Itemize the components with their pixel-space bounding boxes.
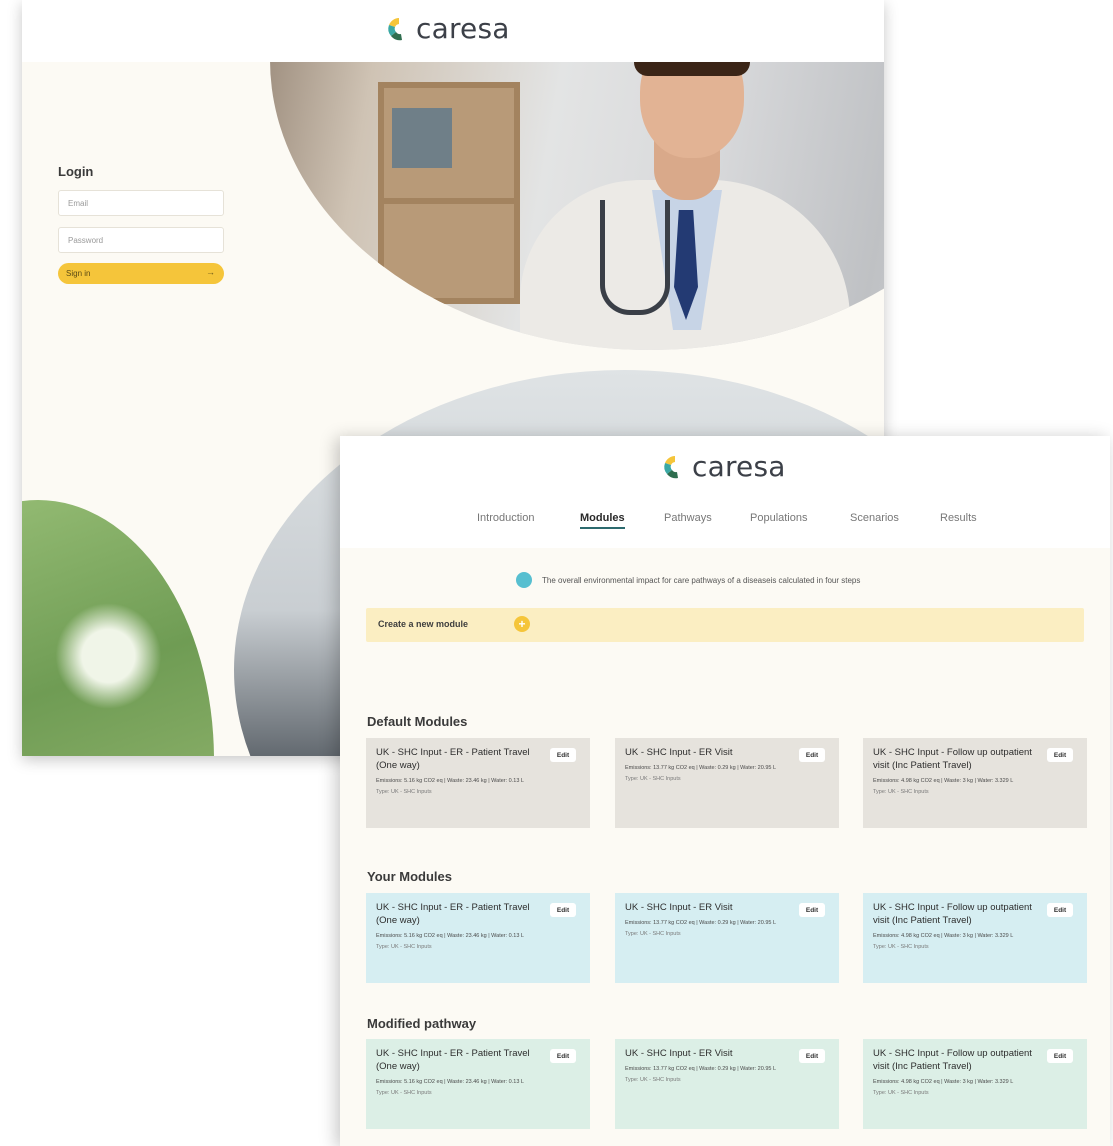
module-title: UK - SHC Input - ER - Patient Travel (On… xyxy=(376,747,530,771)
create-module-bar[interactable]: Create a new module + xyxy=(366,608,1084,642)
create-module-button[interactable]: Create a new module xyxy=(378,619,468,629)
module-stats: Emissions: 13.77 kg CO2 eq | Waste: 0.29… xyxy=(625,920,777,926)
tab-modules[interactable]: Modules xyxy=(580,512,625,529)
arrow-right-icon: → xyxy=(206,267,215,277)
module-card[interactable]: UK - SHC Input - ER Visit Edit Emissions… xyxy=(615,1039,839,1129)
tab-pathways[interactable]: Pathways xyxy=(664,512,712,524)
module-stats: Emissions: 13.77 kg CO2 eq | Waste: 0.29… xyxy=(625,1066,777,1072)
module-title: UK - SHC Input - Follow up outpatient vi… xyxy=(873,747,1032,771)
module-stats: Emissions: 5.16 kg CO2 eq | Waste: 23.46… xyxy=(376,933,524,939)
module-card[interactable]: UK - SHC Input - ER - Patient Travel (On… xyxy=(366,893,590,983)
edit-button[interactable]: Edit xyxy=(799,748,825,762)
module-title: UK - SHC Input - ER Visit xyxy=(625,902,733,913)
module-type: Type: UK - SHC Inputs xyxy=(376,789,432,795)
edit-button[interactable]: Edit xyxy=(799,1049,825,1063)
edit-button[interactable]: Edit xyxy=(1047,748,1073,762)
module-type: Type: UK - SHC Inputs xyxy=(625,776,681,782)
tab-scenarios[interactable]: Scenarios xyxy=(850,512,899,524)
sign-in-button[interactable]: Sign in → xyxy=(58,263,224,284)
module-type: Type: UK - SHC Inputs xyxy=(376,944,432,950)
module-stats: Emissions: 5.16 kg CO2 eq | Waste: 23.46… xyxy=(376,778,524,784)
module-card[interactable]: UK - SHC Input - ER Visit Edit Emissions… xyxy=(615,893,839,983)
module-type: Type: UK - SHC Inputs xyxy=(625,1077,681,1083)
edit-button[interactable]: Edit xyxy=(550,748,576,762)
login-header: caresa xyxy=(22,0,884,62)
edit-button[interactable]: Edit xyxy=(550,1049,576,1063)
module-title: UK - SHC Input - ER - Patient Travel (On… xyxy=(376,902,530,926)
hero-greenery-image xyxy=(22,500,214,756)
module-type: Type: UK - SHC Inputs xyxy=(376,1090,432,1096)
module-title: UK - SHC Input - Follow up outpatient vi… xyxy=(873,902,1032,926)
section-title-modified-pathway: Modified pathway xyxy=(367,1016,477,1031)
module-stats: Emissions: 4.98 kg CO2 eq | Waste: 3 kg … xyxy=(873,1079,1014,1085)
module-card[interactable]: UK - SHC Input - Follow up outpatient vi… xyxy=(863,1039,1087,1129)
module-type: Type: UK - SHC Inputs xyxy=(873,789,929,795)
module-card[interactable]: UK - SHC Input - ER - Patient Travel (On… xyxy=(366,1039,590,1129)
modules-header: caresa Introduction Modules Pathways Pop… xyxy=(340,436,1110,548)
email-field[interactable] xyxy=(58,190,224,216)
module-type: Type: UK - SHC Inputs xyxy=(625,931,681,937)
edit-button[interactable]: Edit xyxy=(799,903,825,917)
module-title: UK - SHC Input - Follow up outpatient vi… xyxy=(873,1048,1032,1072)
tab-results[interactable]: Results xyxy=(940,512,977,524)
module-card[interactable]: UK - SHC Input - Follow up outpatient vi… xyxy=(863,893,1087,983)
module-stats: Emissions: 5.16 kg CO2 eq | Waste: 23.46… xyxy=(376,1079,524,1085)
caresa-logo: caresa xyxy=(386,12,510,45)
main-nav: Introduction Modules Pathways Population… xyxy=(340,512,1110,534)
module-card[interactable]: UK - SHC Input - ER Visit Edit Emissions… xyxy=(615,738,839,828)
sign-in-label: Sign in xyxy=(66,269,91,278)
module-type: Type: UK - SHC Inputs xyxy=(873,1090,929,1096)
module-card[interactable]: UK - SHC Input - ER - Patient Travel (On… xyxy=(366,738,590,828)
plus-icon[interactable]: + xyxy=(514,616,530,632)
modules-window: caresa Introduction Modules Pathways Pop… xyxy=(340,436,1110,1146)
module-title: UK - SHC Input - ER Visit xyxy=(625,1048,733,1059)
caresa-logo: caresa xyxy=(662,450,786,483)
info-icon xyxy=(516,572,532,588)
edit-button[interactable]: Edit xyxy=(550,903,576,917)
brand-name: caresa xyxy=(692,450,786,483)
module-stats: Emissions: 13.77 kg CO2 eq | Waste: 0.29… xyxy=(625,765,777,771)
edit-button[interactable]: Edit xyxy=(1047,903,1073,917)
edit-button[interactable]: Edit xyxy=(1047,1049,1073,1063)
tab-introduction[interactable]: Introduction xyxy=(477,512,534,524)
caresa-logo-icon xyxy=(388,17,402,40)
login-title: Login xyxy=(58,164,94,179)
caresa-logo-icon xyxy=(664,455,678,478)
section-title-your-modules: Your Modules xyxy=(367,869,452,884)
module-card[interactable]: UK - SHC Input - Follow up outpatient vi… xyxy=(863,738,1087,828)
module-title: UK - SHC Input - ER Visit xyxy=(625,747,733,758)
module-stats: Emissions: 4.98 kg CO2 eq | Waste: 3 kg … xyxy=(873,778,1014,784)
brand-name: caresa xyxy=(416,12,510,45)
section-title-default-modules: Default Modules xyxy=(367,714,468,729)
password-field[interactable] xyxy=(58,227,224,253)
module-title: UK - SHC Input - ER - Patient Travel (On… xyxy=(376,1048,530,1072)
tab-populations[interactable]: Populations xyxy=(750,512,808,524)
info-text: The overall environmental impact for car… xyxy=(542,575,861,585)
module-stats: Emissions: 4.98 kg CO2 eq | Waste: 3 kg … xyxy=(873,933,1014,939)
info-banner: The overall environmental impact for car… xyxy=(516,572,860,588)
module-type: Type: UK - SHC Inputs xyxy=(873,944,929,950)
